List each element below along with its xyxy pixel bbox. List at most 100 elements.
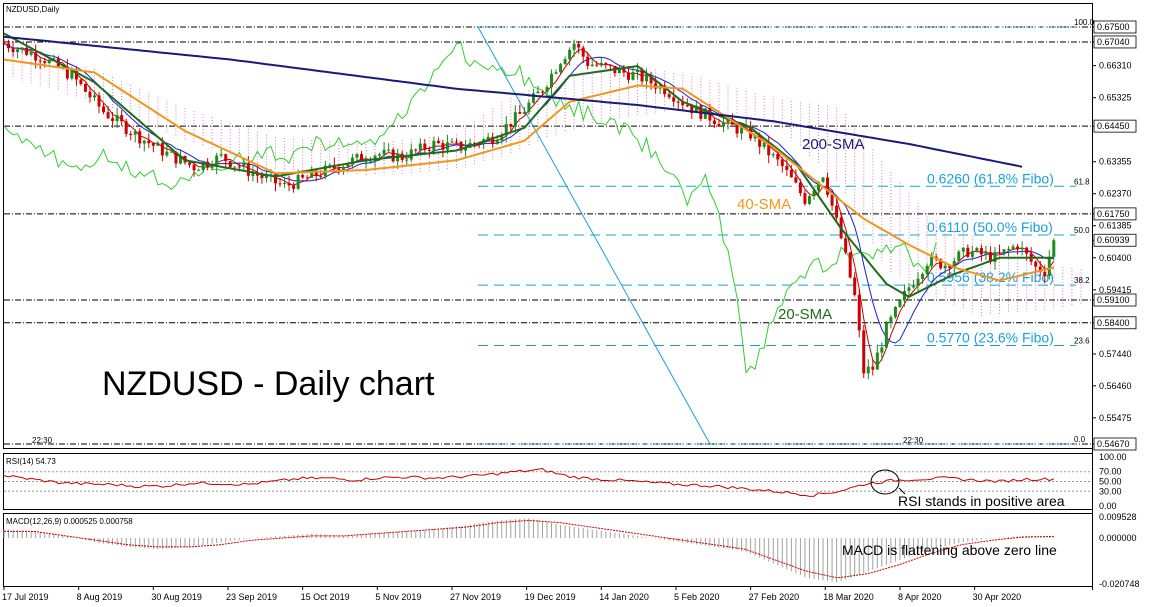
candle-body [34,52,38,61]
candle-body [577,43,581,48]
candle-body [115,115,119,121]
time-tick-label: 19 Dec 2019 [525,592,576,602]
price-tag-label: 0.54670 [1097,439,1130,449]
candle-body [319,176,323,178]
kijun-line [3,42,1054,344]
candle-body [509,123,513,127]
candle-body [97,95,101,107]
price-tick-label: 0.55475 [1099,413,1132,423]
candle-body [645,74,649,82]
candle-body [405,159,409,161]
price-tick-label: 0.61385 [1099,221,1132,231]
candle-body [921,273,925,279]
candle-body [568,49,572,60]
candle-body [794,177,798,183]
candle-body [455,141,458,143]
candle-body [771,154,775,156]
fib-label: 0.6110 (50.0% Fibo) [927,219,1053,235]
candle-body [70,70,74,79]
time-tick-label: 17 Jul 2019 [2,592,49,602]
candle-body [798,182,802,194]
candle-body [599,63,603,66]
candle-body [151,143,155,146]
candle-body [595,64,599,66]
price-tick-label: 0.56460 [1099,381,1132,391]
price-tag-label: 0.59100 [1097,295,1130,305]
fib-label: 0.5770 (23.6% Fibo) [927,330,1054,346]
sma-line [3,58,1055,282]
candle-body [898,300,902,307]
rsi-title: RSI(14) 54.73 [6,457,56,466]
tenkan-line [3,42,1055,367]
candle-body [120,115,124,122]
candle-body [495,140,499,145]
candle-body [83,83,87,92]
candle-body [943,265,947,269]
candle-body [260,175,264,179]
candle-body [998,252,1001,254]
candle-body [676,101,680,103]
candle-body [210,166,214,168]
price-tag-label: 0.60939 [1097,235,1130,245]
candle-body [43,61,47,64]
candle-body [147,140,151,144]
candle-body [685,105,689,107]
rsi-tick-label: 70.00 [1099,467,1122,477]
price-tag-label: 0.67500 [1097,22,1130,32]
candle-body [871,366,875,370]
candle-body [554,72,558,74]
candle-body [160,143,164,156]
rsi-tick-label: 50.00 [1099,477,1122,487]
candle-body [445,142,449,150]
candle-body [522,112,526,114]
price-tick-label: 0.62370 [1099,189,1132,199]
candle-body [283,183,287,185]
candle-body [7,43,11,49]
time-tick-label: 5 Nov 2019 [375,592,421,602]
candle-body [382,149,386,155]
candle-body [631,72,635,80]
candle-body [169,151,173,153]
candle-body [563,59,567,65]
candle-body [803,193,807,204]
price-tick-label: 0.65325 [1099,93,1132,103]
candle-body [369,161,373,163]
price-tick-label: 0.60400 [1099,253,1132,263]
candle-body [776,154,780,160]
candle-body [550,73,554,88]
time-tick-label: 30 Apr 2020 [973,592,1022,602]
candle-body [780,159,784,166]
candle-body [124,121,128,134]
candle-body [1052,240,1056,257]
candle-body [925,265,929,274]
candle-body [966,247,970,257]
candle-body [292,185,296,189]
time-tick-label: 15 Oct 2019 [301,592,350,602]
candle-body [857,294,861,331]
candle-body [432,140,436,151]
candle-body [1025,247,1029,254]
candle-body [111,118,115,121]
candle-body [47,59,51,64]
candle-body [848,252,852,278]
fib-level-tag: 100.0 [1074,18,1095,27]
candle-body [278,183,282,185]
fib-level-tag: 0.0 [1074,435,1086,444]
fibonacci-levels: 100.0 61.8 0.6260 (61.8% Fibo) 50.0 0.6110 (… [477,18,1095,445]
candle-body [957,251,961,261]
candle-body [436,140,440,144]
candle-body [378,154,382,156]
candle-body [1016,246,1020,250]
candle-body [912,285,916,288]
candle-body [224,154,228,162]
candle-body [636,69,639,73]
candle-body [450,141,454,143]
candle-body [11,48,15,52]
candle-body [355,154,359,158]
candle-body [807,196,811,204]
time-tick-label: 23 Sep 2019 [226,592,277,602]
candle-body [165,151,169,156]
price-tag-label: 0.61750 [1097,209,1130,219]
chart-window: 100.0 61.8 0.6260 (61.8% Fibo) 50.0 0.6110 (… [0,0,1149,607]
candle-body [296,175,300,189]
